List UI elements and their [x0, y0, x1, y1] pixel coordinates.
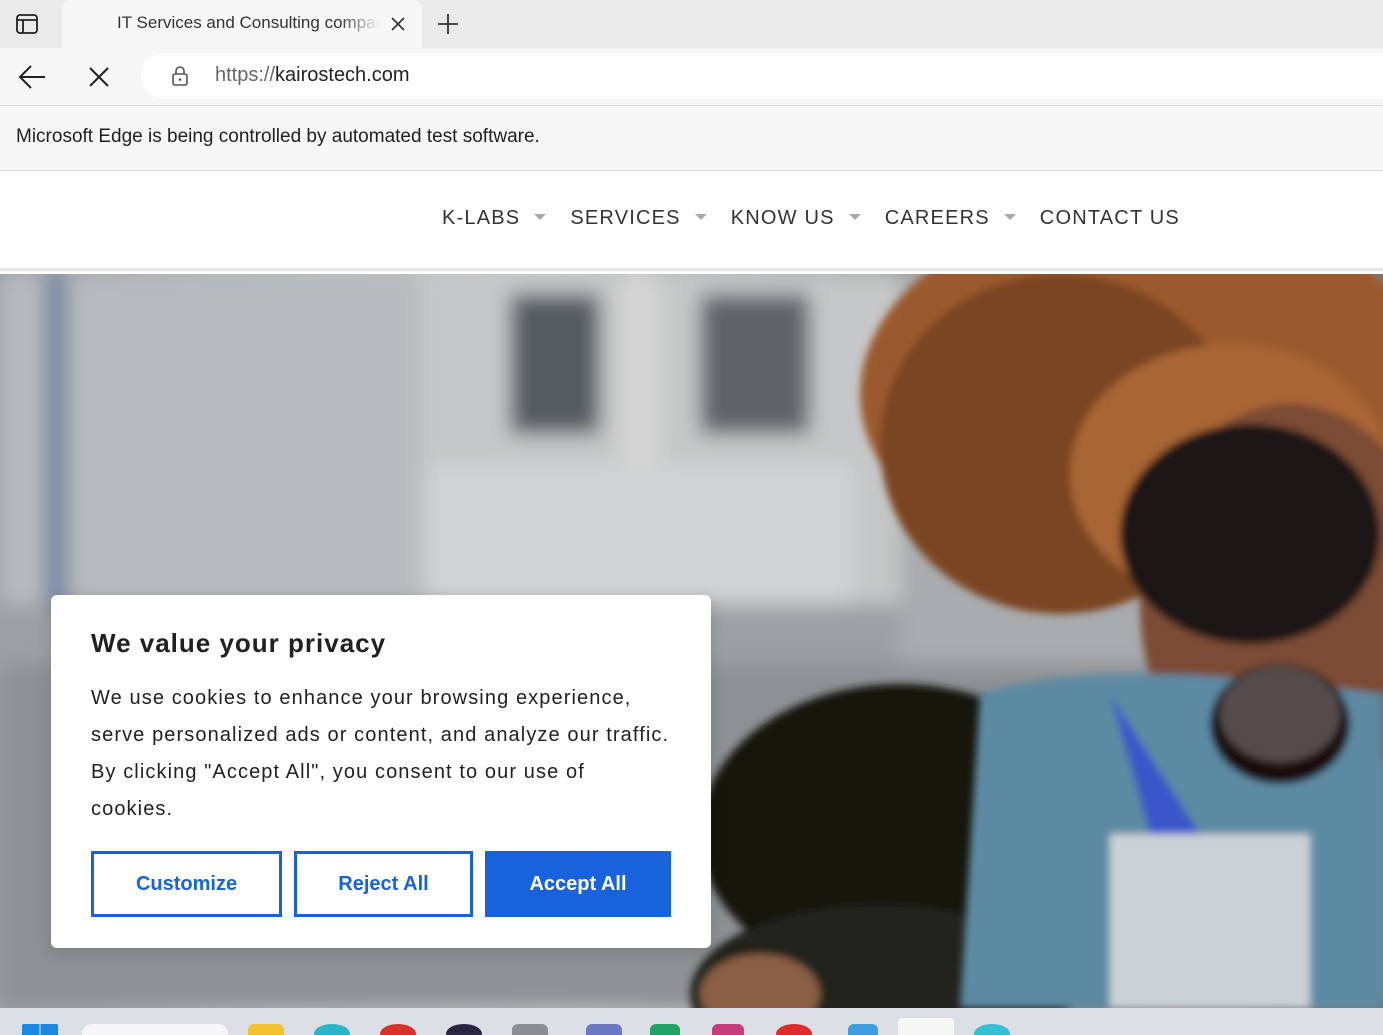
tab-title: IT Services and Consulting company [117, 13, 379, 32]
nav-item-k-labs[interactable]: K-LABS [442, 207, 547, 230]
app-icon[interactable] [586, 1024, 622, 1035]
nav-item-services[interactable]: SERVICES [570, 207, 707, 230]
file-explorer-icon[interactable] [248, 1024, 284, 1035]
edge-icon[interactable] [314, 1024, 350, 1035]
back-button[interactable] [16, 62, 48, 92]
reject-all-button[interactable]: Reject All [294, 851, 473, 917]
url-scheme: https:// [215, 64, 276, 86]
app-icon[interactable] [974, 1024, 1010, 1035]
infobar-message: Microsoft Edge is being controlled by au… [16, 126, 540, 147]
app-icon[interactable] [650, 1024, 680, 1035]
url-text[interactable]: https://kairostech.com [215, 64, 410, 87]
caret-down-icon [534, 214, 547, 220]
app-icon[interactable] [512, 1024, 548, 1035]
app-icon[interactable] [712, 1024, 744, 1035]
nav-item-contact-us[interactable]: CONTACT US [1040, 207, 1180, 230]
nav-item-know-us[interactable]: KNOW US [731, 207, 861, 230]
tab-actions-button[interactable] [10, 10, 44, 38]
main-nav: K-LABS SERVICES KNOW US CAREERS CONTACT … [442, 207, 1204, 230]
back-arrow-icon [18, 65, 45, 89]
app-icon[interactable] [776, 1024, 812, 1035]
tab-close-button[interactable] [388, 14, 408, 34]
search-box[interactable] [82, 1024, 228, 1035]
url-host: kairostech.com [275, 64, 410, 86]
nav-item-label: K-LABS [442, 207, 521, 229]
app-icon[interactable] [446, 1024, 482, 1035]
tab-actions-icon [16, 14, 38, 34]
caret-down-icon [848, 214, 861, 220]
automation-infobar: Microsoft Edge is being controlled by au… [0, 106, 1383, 171]
app-icon[interactable] [848, 1024, 878, 1035]
accept-all-button[interactable]: Accept All [485, 851, 671, 917]
nav-item-label: SERVICES [570, 207, 681, 229]
cookie-consent-dialog: We value your privacy We use cookies to … [51, 595, 711, 948]
app-icon[interactable] [380, 1024, 416, 1035]
cookie-title: We value your privacy [91, 628, 387, 658]
caret-down-icon [1003, 214, 1016, 220]
customize-button[interactable]: Customize [91, 851, 282, 917]
new-tab-button[interactable] [435, 11, 461, 37]
nav-item-label: CAREERS [884, 207, 990, 229]
windows-start-icon[interactable] [22, 1024, 58, 1035]
close-icon [391, 17, 405, 31]
plus-icon [438, 14, 458, 34]
nav-item-label: CONTACT US [1039, 207, 1180, 229]
web-page: K-LABS SERVICES KNOW US CAREERS CONTACT … [0, 171, 1383, 1008]
site-header: K-LABS SERVICES KNOW US CAREERS CONTACT … [0, 171, 1383, 271]
lock-icon[interactable] [169, 65, 191, 87]
stop-loading-button[interactable] [84, 62, 114, 92]
browser-toolbar: https://kairostech.com [0, 48, 1383, 106]
app-icon[interactable] [898, 1018, 954, 1035]
cookie-description: We use cookies to enhance your browsing … [91, 687, 670, 820]
close-icon [89, 67, 109, 87]
windows-taskbar [0, 1008, 1383, 1035]
address-bar[interactable]: https://kairostech.com [141, 53, 1383, 99]
caret-down-icon [694, 214, 707, 220]
nav-item-careers[interactable]: CAREERS [885, 207, 1016, 230]
nav-item-label: KNOW US [730, 207, 835, 229]
browser-tab-active[interactable]: IT Services and Consulting company [62, 0, 422, 48]
tab-strip: IT Services and Consulting company [0, 0, 1383, 48]
